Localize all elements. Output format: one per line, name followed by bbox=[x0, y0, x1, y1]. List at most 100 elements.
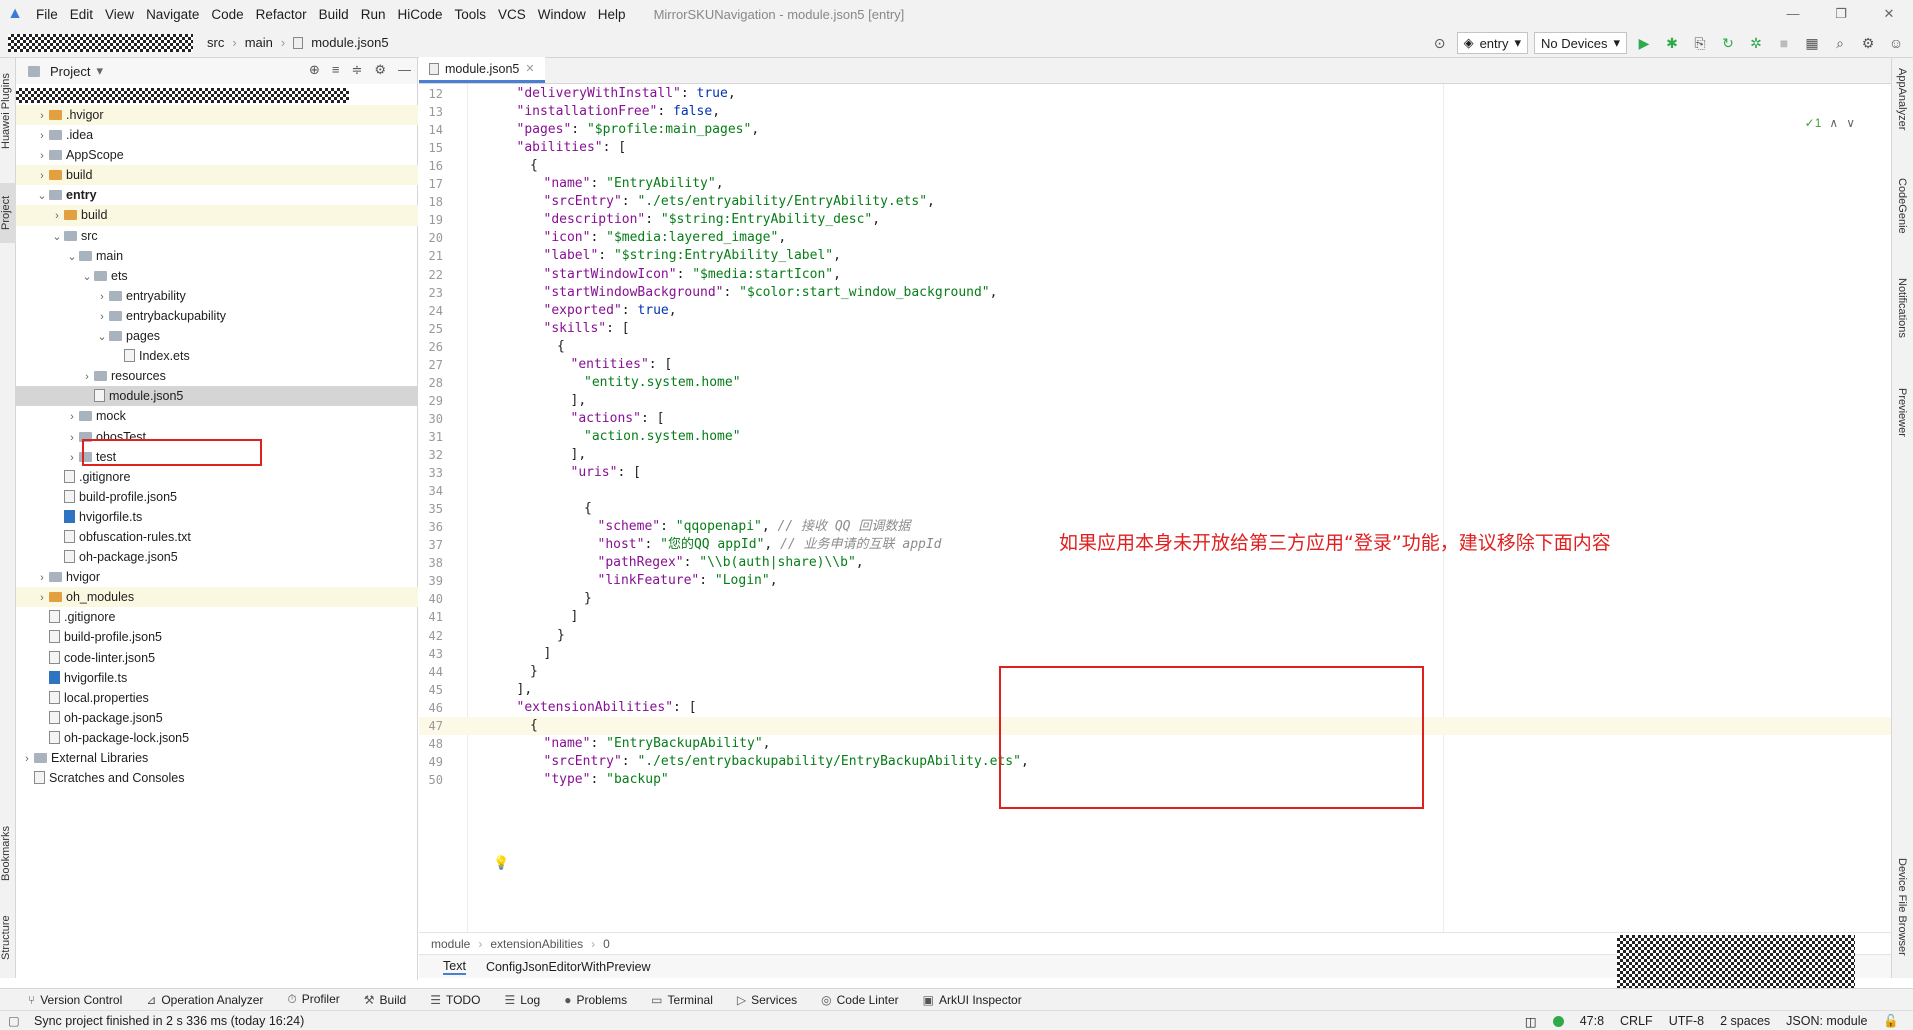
code-line[interactable]: 26 { bbox=[419, 338, 1891, 356]
chevron-right-icon[interactable]: › bbox=[20, 749, 34, 769]
code-line[interactable]: 24 "exported": true, bbox=[419, 302, 1891, 320]
crumb-index[interactable]: 0 bbox=[603, 937, 610, 951]
code-line[interactable]: 43] bbox=[419, 645, 1891, 663]
chevron-right-icon[interactable]: › bbox=[95, 307, 109, 327]
menu-item[interactable]: Navigate bbox=[140, 7, 205, 22]
huawei-plugins-tab[interactable]: Huawei Plugins bbox=[0, 66, 16, 156]
tree-item[interactable]: oh-package-lock.json5 bbox=[16, 728, 418, 748]
stop-icon[interactable]: ■ bbox=[1773, 35, 1795, 51]
chevron-right-icon[interactable]: › bbox=[95, 287, 109, 307]
menu-item[interactable]: Window bbox=[532, 7, 592, 22]
target-icon[interactable]: ⊙ bbox=[1429, 35, 1451, 52]
tree-item[interactable]: build-profile.json5 bbox=[16, 487, 418, 507]
tree-item[interactable]: › mock bbox=[16, 406, 418, 426]
tree-item[interactable]: ⌄ ets bbox=[16, 266, 418, 286]
code-line[interactable]: 39 "linkFeature": "Login", bbox=[419, 572, 1891, 590]
tree-item[interactable]: › .hvigor bbox=[16, 105, 418, 126]
menu-item[interactable]: VCS bbox=[492, 7, 532, 22]
menu-item[interactable]: Edit bbox=[64, 7, 99, 22]
tree-item[interactable]: .gitignore bbox=[16, 607, 418, 627]
tree-item[interactable]: .gitignore bbox=[16, 467, 418, 487]
tree-item[interactable]: code-linter.json5 bbox=[16, 648, 418, 668]
device-file-browser-tab[interactable]: Device File Browser bbox=[1896, 858, 1908, 956]
code-line[interactable]: 32], bbox=[419, 446, 1891, 464]
chevron-right-icon[interactable]: › bbox=[65, 428, 79, 448]
code-line[interactable]: 33 "uris": [ bbox=[419, 464, 1891, 482]
code-line[interactable]: 21 "label": "$string:EntryAbility_label", bbox=[419, 247, 1891, 265]
code-line[interactable]: 28 "entity.system.home" bbox=[419, 374, 1891, 392]
tree-item[interactable]: › hvigor bbox=[16, 567, 418, 587]
tool-window-button[interactable]: ▭ Terminal bbox=[651, 993, 713, 1007]
settings-icon[interactable]: ⚙ bbox=[1857, 35, 1879, 52]
project-structure-icon[interactable]: ▦ bbox=[1801, 35, 1823, 52]
expand-all-icon[interactable]: ≡ bbox=[332, 62, 340, 78]
code-line[interactable]: 38 "pathRegex": "\\b(auth|share)\\b", bbox=[419, 554, 1891, 572]
code-line[interactable]: 25 "skills": [ bbox=[419, 320, 1891, 338]
device-select[interactable]: No Devices ▾ bbox=[1534, 32, 1627, 54]
tab-config-editor-preview[interactable]: ConfigJsonEditorWithPreview bbox=[486, 960, 651, 974]
chevron-right-icon[interactable]: › bbox=[50, 206, 64, 226]
tree-item[interactable]: › oh_modules bbox=[16, 587, 418, 608]
tree-item[interactable]: › build bbox=[16, 165, 418, 186]
code-line[interactable]: 29], bbox=[419, 392, 1891, 410]
chevron-down-icon[interactable]: ∨ bbox=[1846, 116, 1855, 130]
tool-window-button[interactable]: ⊿ Operation Analyzer bbox=[146, 993, 263, 1007]
code-line[interactable]: 17 "name": "EntryAbility", bbox=[419, 175, 1891, 193]
menu-item[interactable]: Tools bbox=[449, 7, 493, 22]
bookmarks-tab[interactable]: Bookmarks bbox=[0, 813, 16, 893]
indent-setting[interactable]: 2 spaces bbox=[1720, 1014, 1770, 1028]
appanalyzer-tab[interactable]: AppAnalyzer bbox=[1896, 68, 1908, 130]
chevron-right-icon[interactable]: › bbox=[35, 588, 49, 608]
code-line[interactable]: 20 "icon": "$media:layered_image", bbox=[419, 229, 1891, 247]
run-config-select[interactable]: ◈ entry ▾ bbox=[1456, 32, 1528, 54]
caret-position[interactable]: 47:8 bbox=[1580, 1014, 1604, 1028]
menu-item[interactable]: HiCode bbox=[391, 7, 448, 22]
code-line[interactable]: 13 "installationFree": false, bbox=[419, 103, 1891, 121]
notifications-tab[interactable]: Notifications bbox=[1896, 278, 1908, 338]
code-line[interactable]: 41] bbox=[419, 608, 1891, 626]
menu-item[interactable]: Code bbox=[205, 7, 249, 22]
chevron-right-icon[interactable]: › bbox=[80, 367, 94, 387]
tree-item[interactable]: Scratches and Consoles bbox=[16, 768, 418, 788]
minimize-button[interactable]: — bbox=[1769, 0, 1817, 28]
chevron-right-icon[interactable]: › bbox=[35, 126, 49, 146]
code-line[interactable]: 19 "description": "$string:EntryAbility_d… bbox=[419, 211, 1891, 229]
breadcrumb-file[interactable]: module.json5 bbox=[311, 35, 388, 50]
chevron-right-icon[interactable]: › bbox=[35, 166, 49, 186]
code-line[interactable]: 16 { bbox=[419, 157, 1891, 175]
options-gear-icon[interactable]: ⚙ bbox=[374, 62, 386, 78]
tree-item[interactable]: ⌄ pages bbox=[16, 326, 418, 346]
breadcrumb-src[interactable]: src bbox=[207, 35, 224, 50]
collapse-all-icon[interactable]: ≑ bbox=[351, 62, 362, 78]
chevron-down-icon[interactable]: ⌄ bbox=[95, 327, 109, 347]
tree-item[interactable]: › AppScope bbox=[16, 145, 418, 165]
account-icon[interactable]: ☺ bbox=[1885, 35, 1907, 51]
chevron-right-icon[interactable]: › bbox=[65, 448, 79, 468]
code-line[interactable]: 23 "startWindowBackground": "$color:start… bbox=[419, 284, 1891, 302]
chevron-down-icon[interactable]: ▾ bbox=[96, 63, 103, 79]
file-encoding[interactable]: UTF-8 bbox=[1669, 1014, 1704, 1028]
tree-item[interactable]: › entryability bbox=[16, 286, 418, 306]
tree-item[interactable]: › build bbox=[16, 205, 418, 226]
tree-item[interactable]: › .idea bbox=[16, 125, 418, 145]
code-line[interactable]: 22 "startWindowIcon": "$media:startIcon", bbox=[419, 266, 1891, 284]
lightbulb-icon[interactable]: 💡 bbox=[493, 856, 509, 871]
apply-changes-icon[interactable]: ↻ bbox=[1717, 35, 1739, 52]
tree-item[interactable]: module.json5 bbox=[16, 386, 418, 407]
close-tab-icon[interactable]: ✕ bbox=[525, 62, 534, 75]
tree-item[interactable]: oh-package.json5 bbox=[16, 708, 418, 728]
memory-icon[interactable]: ◫ bbox=[1525, 1014, 1537, 1029]
profiler-icon[interactable]: ✲ bbox=[1745, 35, 1767, 52]
chevron-down-icon[interactable]: ⌄ bbox=[50, 227, 64, 247]
tool-window-button[interactable]: ☰ TODO bbox=[430, 993, 480, 1007]
code-line[interactable]: 14 "pages": "$profile:main_pages", bbox=[419, 121, 1891, 139]
menu-item[interactable]: View bbox=[99, 7, 140, 22]
tree-item[interactable]: build-profile.json5 bbox=[16, 627, 418, 647]
code-line[interactable]: 40} bbox=[419, 590, 1891, 608]
chevron-down-icon[interactable]: ⌄ bbox=[80, 267, 94, 287]
status-toggle-icon[interactable]: ▢ bbox=[8, 1013, 20, 1028]
tree-item[interactable]: ⌄ entry bbox=[16, 185, 418, 205]
code-line[interactable]: 31 "action.system.home" bbox=[419, 428, 1891, 446]
line-separator[interactable]: CRLF bbox=[1620, 1014, 1653, 1028]
inspection-widget[interactable]: ✓1 ∧ ∨ bbox=[1805, 116, 1855, 130]
